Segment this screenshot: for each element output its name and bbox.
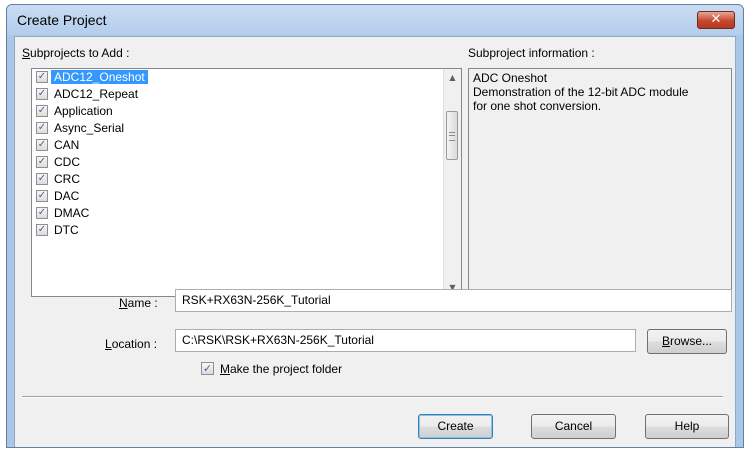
dialog-client-area: Subprojects to Add : Subproject informat…	[14, 36, 736, 447]
list-item[interactable]: ✓ DTC	[32, 222, 461, 239]
checkbox[interactable]: ✓	[36, 88, 48, 100]
location-label: Location :	[105, 337, 158, 351]
list-item[interactable]: ✓ Async_Serial	[32, 120, 461, 137]
create-button[interactable]: Create	[418, 414, 493, 439]
window-title: Create Project	[17, 12, 107, 28]
list-item[interactable]: ✓ ADC12_Repeat	[32, 86, 461, 103]
list-scrollbar[interactable]: ▲ ▼	[443, 69, 461, 296]
list-item[interactable]: ✓ DAC	[32, 188, 461, 205]
make-folder-label[interactable]: Make the project folder	[220, 362, 342, 376]
list-item-label: DAC	[54, 189, 80, 203]
checkbox[interactable]: ✓	[36, 139, 48, 151]
location-input[interactable]: C:\RSK\RSK+RX63N-256K_Tutorial	[175, 329, 636, 352]
list-item-label: ADC12_Repeat	[54, 87, 139, 101]
browse-button[interactable]: Browse...	[647, 329, 727, 354]
checkbox[interactable]: ✓	[36, 224, 48, 236]
make-folder-checkbox[interactable]: ✓	[201, 362, 214, 375]
list-item[interactable]: ✓ CAN	[32, 137, 461, 154]
create-project-dialog: Create Project ✕ Subprojects to Add : Su…	[6, 4, 744, 448]
subprojects-list[interactable]: ✓ ADC12_Oneshot ✓ ADC12_Repeat ✓ Applica…	[31, 68, 462, 297]
cancel-button[interactable]: Cancel	[531, 414, 616, 439]
list-item-label: CRC	[54, 172, 80, 186]
checkbox[interactable]: ✓	[36, 71, 48, 83]
info-line: Demonstration of the 12-bit ADC module	[473, 85, 689, 99]
checkbox[interactable]: ✓	[36, 122, 48, 134]
checkbox[interactable]: ✓	[36, 156, 48, 168]
list-item[interactable]: ✓ DMAC	[32, 205, 461, 222]
list-item-label: ADC12_Oneshot	[51, 70, 148, 84]
list-item[interactable]: ✓ Application	[32, 103, 461, 120]
list-item-label: Application	[54, 104, 113, 118]
list-item-label: DTC	[54, 223, 79, 237]
scroll-up-arrow-icon[interactable]: ▲	[444, 69, 461, 86]
grip-icon	[449, 132, 455, 141]
close-icon: ✕	[710, 12, 722, 27]
list-item-label: CDC	[54, 155, 80, 169]
list-item-label: Async_Serial	[54, 121, 125, 135]
checkbox[interactable]: ✓	[36, 105, 48, 117]
help-button[interactable]: Help	[645, 414, 729, 439]
list-item[interactable]: ✓ ADC12_Oneshot	[32, 69, 461, 86]
info-line: ADC Oneshot	[473, 71, 548, 85]
checkbox[interactable]: ✓	[36, 207, 48, 219]
subproject-info-box: ADC Oneshot Demonstration of the 12-bit …	[468, 68, 732, 297]
subproject-info-label: Subproject information :	[468, 46, 595, 60]
separator	[22, 396, 723, 398]
scrollbar-thumb[interactable]	[446, 111, 458, 160]
close-button[interactable]: ✕	[697, 11, 735, 29]
checkbox[interactable]: ✓	[36, 190, 48, 202]
list-item-label: CAN	[54, 138, 80, 152]
list-item[interactable]: ✓ CDC	[32, 154, 461, 171]
info-line: for one shot conversion.	[473, 99, 602, 113]
name-label: Name :	[119, 296, 158, 310]
list-item-label: DMAC	[54, 206, 90, 220]
checkbox[interactable]: ✓	[36, 173, 48, 185]
subprojects-label: Subprojects to Add :	[22, 46, 130, 60]
list-item[interactable]: ✓ CRC	[32, 171, 461, 188]
title-bar[interactable]: Create Project ✕	[7, 5, 743, 35]
name-input[interactable]: RSK+RX63N-256K_Tutorial	[175, 289, 732, 312]
